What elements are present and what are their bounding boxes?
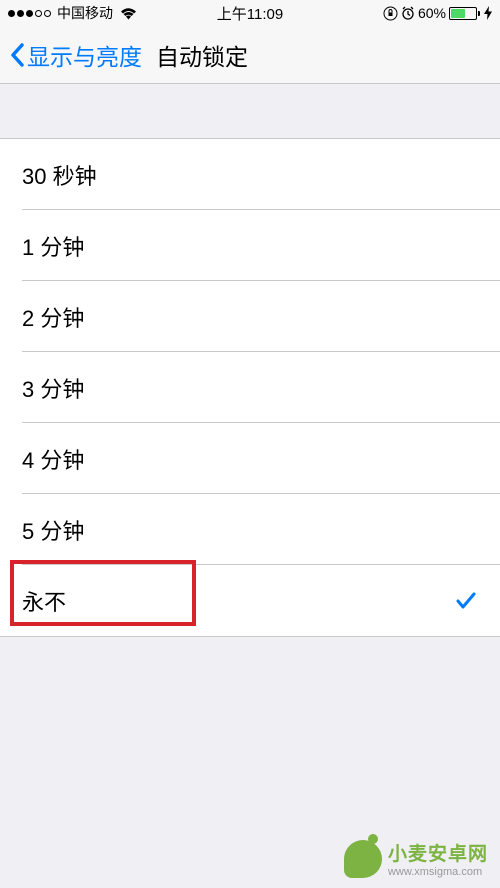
option-5-minutes[interactable]: 5 分钟 [0, 494, 500, 565]
watermark-url: www.xmsigma.com [388, 866, 482, 878]
back-button[interactable]: 显示与亮度 [10, 38, 142, 72]
status-bar: 中国移动 上午11:09 60% [0, 0, 500, 26]
option-4-minutes[interactable]: 4 分钟 [0, 423, 500, 494]
battery-icon [449, 7, 480, 20]
option-label: 2 分钟 [22, 301, 84, 333]
battery-percent: 60% [418, 5, 446, 21]
option-label: 永不 [22, 585, 66, 617]
option-label: 30 秒钟 [22, 159, 97, 191]
option-never[interactable]: 永不 [0, 565, 500, 636]
options-list: 30 秒钟 1 分钟 2 分钟 3 分钟 4 分钟 5 分钟 永不 [0, 138, 500, 637]
chevron-left-icon [10, 43, 24, 67]
charging-icon [484, 6, 492, 20]
page-title: 自动锁定 [156, 38, 248, 72]
option-2-minutes[interactable]: 2 分钟 [0, 281, 500, 352]
wifi-icon [120, 7, 137, 20]
watermark: 小麦安卓网 www.xmsigma.com [344, 839, 488, 878]
option-label: 4 分钟 [22, 443, 84, 475]
orientation-lock-icon [383, 6, 398, 21]
carrier-label: 中国移动 [57, 3, 113, 23]
status-right: 60% [383, 5, 492, 21]
checkmark-icon [454, 589, 478, 613]
nav-bar: 显示与亮度 自动锁定 [0, 26, 500, 84]
watermark-title: 小麦安卓网 [388, 839, 488, 866]
status-time: 上午11:09 [217, 3, 283, 24]
alarm-icon [401, 6, 415, 20]
option-3-minutes[interactable]: 3 分钟 [0, 352, 500, 423]
status-left: 中国移动 [8, 3, 137, 23]
option-label: 3 分钟 [22, 372, 84, 404]
option-1-minute[interactable]: 1 分钟 [0, 210, 500, 281]
option-label: 1 分钟 [22, 230, 84, 262]
option-label: 5 分钟 [22, 514, 84, 546]
signal-strength-icon [8, 10, 51, 17]
watermark-logo-icon [344, 840, 382, 878]
option-30-seconds[interactable]: 30 秒钟 [0, 139, 500, 210]
back-label: 显示与亮度 [27, 38, 142, 72]
